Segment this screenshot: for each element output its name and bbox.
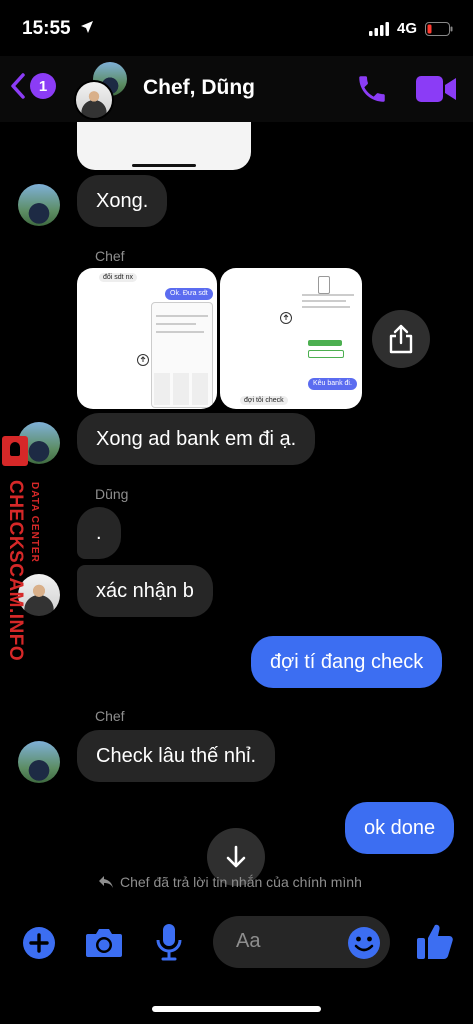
avatar-chef[interactable] xyxy=(18,741,60,783)
share-button[interactable] xyxy=(372,310,430,368)
watermark-logo xyxy=(2,436,28,466)
home-bar-mark xyxy=(132,164,196,167)
shot-text: đổi sdt nx xyxy=(99,273,137,282)
message-bubble[interactable]: xác nhận b xyxy=(77,565,213,617)
network-label: 4G xyxy=(396,20,417,37)
reply-note: Chef đã trả lời tin nhắn của chính mình xyxy=(98,874,362,890)
home-indicator xyxy=(152,1006,321,1012)
message-bubble[interactable]: Xong. xyxy=(77,175,168,227)
like-button[interactable] xyxy=(416,921,454,966)
signal-icon xyxy=(368,21,389,36)
share-icon xyxy=(280,312,292,324)
unread-badge: 1 xyxy=(30,73,56,99)
image-attachment[interactable]: Kêu bank đi. đợi tôi check xyxy=(220,268,362,409)
message-bubble[interactable]: Xong ad bank em đi ạ. xyxy=(77,413,316,465)
camera-icon xyxy=(86,929,122,957)
share-icon xyxy=(137,354,149,366)
my-message-bubble[interactable]: ok done xyxy=(345,802,455,854)
add-button[interactable] xyxy=(22,926,56,965)
location-arrow-icon xyxy=(80,20,94,39)
shot-button: Kêu bank đi. xyxy=(308,378,357,390)
watermark-title-text: CHECKSCAM.INFO xyxy=(5,480,26,662)
audio-call-button[interactable] xyxy=(355,72,389,111)
video-camera-icon xyxy=(416,76,456,102)
chevron-left-icon xyxy=(11,73,25,99)
message-input-placeholder: Aa xyxy=(236,930,261,952)
emoji-button[interactable] xyxy=(347,926,381,965)
reply-arrow-icon xyxy=(99,876,113,888)
thumbs-up-icon xyxy=(417,924,453,959)
sender-name: Dũng xyxy=(95,486,129,502)
status-right: 4G xyxy=(368,20,453,37)
smiley-icon xyxy=(348,927,380,959)
image-attachment-partial[interactable] xyxy=(77,122,251,170)
my-message-bubble[interactable]: đợi tí đang check xyxy=(251,636,443,688)
avatar-chef[interactable] xyxy=(18,184,60,226)
reply-note-text: Chef đã trả lời tin nhắn của chính mình xyxy=(120,874,362,890)
chat-title[interactable]: Chef, Dũng xyxy=(143,76,255,100)
arrow-down-icon xyxy=(226,845,246,868)
battery-low-icon xyxy=(425,21,453,36)
shot-text: đợi tôi check xyxy=(240,396,288,405)
image-attachment[interactable]: đổi sdt nx Ok. Đưa sdt xyxy=(77,268,217,409)
message-bubble[interactable]: Check lâu thế nhỉ. xyxy=(77,730,276,782)
message-bubble[interactable]: . xyxy=(77,507,121,559)
shot-button: Ok. Đưa sdt xyxy=(165,288,213,300)
back-button[interactable]: 1 xyxy=(10,72,56,100)
voice-button[interactable] xyxy=(155,923,183,966)
shot-inner-phone xyxy=(151,302,213,408)
watermark-subtitle-text: DATA CENTER xyxy=(29,482,40,563)
phone-icon xyxy=(359,76,385,102)
plus-circle-icon xyxy=(23,927,55,959)
camera-button[interactable] xyxy=(85,926,123,963)
status-time: 15:55 xyxy=(22,18,71,39)
video-call-button[interactable] xyxy=(415,74,457,109)
sender-name: Chef xyxy=(95,708,125,724)
microphone-icon xyxy=(156,924,182,961)
watermark-subtitle: DATA CENTER xyxy=(28,482,42,572)
group-avatar-b xyxy=(74,80,114,120)
watermark-title: CHECKSCAM.INFO xyxy=(5,480,30,670)
sender-name: Chef xyxy=(95,248,125,264)
share-icon xyxy=(389,324,413,354)
